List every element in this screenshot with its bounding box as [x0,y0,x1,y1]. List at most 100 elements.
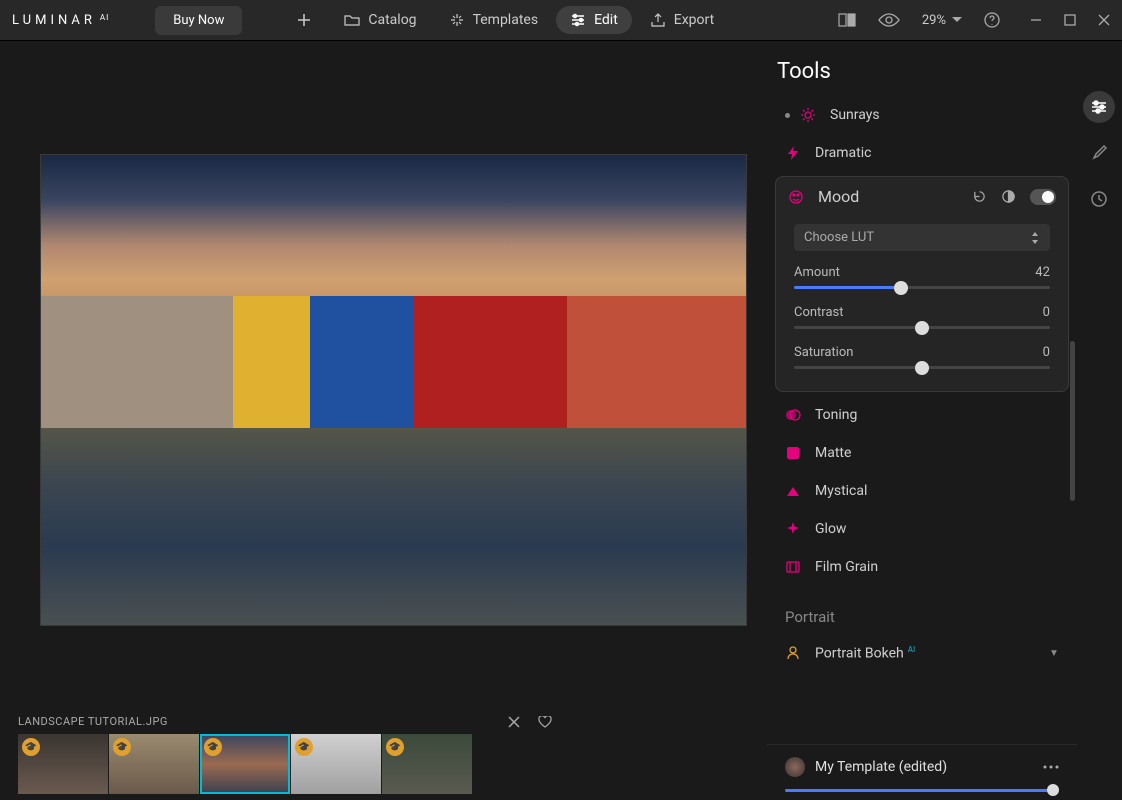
window-controls [1030,14,1110,26]
thumbnail-2[interactable]: 🎓 [109,734,199,794]
tool-label: Toning [815,407,857,423]
graduation-badge-icon: 🎓 [295,738,313,756]
thumbnail-4[interactable]: 🎓 [291,734,381,794]
active-dot-icon [785,113,790,118]
sliders-icon [570,12,586,28]
tool-film-grain[interactable]: Film Grain [775,548,1069,586]
slider-thumb[interactable] [894,281,908,295]
plus-icon [296,12,312,28]
logo-ai-suffix: AI [100,13,109,22]
tool-mood-expanded: Mood Choose LUT Amount [775,176,1069,392]
app-logo: LUMINAR AI [12,13,109,28]
tool-sunrays[interactable]: Sunrays [775,96,1069,134]
tool-label: Matte [815,445,851,461]
tool-label: Glow [815,521,846,537]
tool-glow[interactable]: Glow [775,510,1069,548]
tool-label: Mystical [815,483,867,499]
matte-icon [785,445,801,461]
help-icon[interactable] [984,12,1000,28]
reset-icon[interactable] [972,189,987,204]
zoom-value: 29% [922,13,946,28]
film-grain-icon [785,559,801,575]
header-right: 29% [838,12,1110,28]
side-tabs [1077,41,1122,800]
lut-dropdown[interactable]: Choose LUT [794,224,1050,251]
contrast-slider[interactable] [794,326,1050,329]
nav-catalog[interactable]: Catalog [330,6,430,34]
slider-label: Contrast [794,305,844,320]
side-tab-history[interactable] [1083,183,1115,215]
mask-icon[interactable] [1001,189,1016,204]
favorite-icon[interactable] [538,716,552,728]
slider-label: Saturation [794,345,853,360]
nav-catalog-label: Catalog [368,12,416,28]
slider-thumb[interactable] [915,321,929,335]
tool-toning[interactable]: Toning [775,396,1069,434]
nav-edit-label: Edit [594,12,618,28]
close-button[interactable] [1098,14,1110,26]
filmstrip-area: LANDSCAPE TUTORIAL.JPG 🎓 🎓 🎓 🎓 🎓 [0,709,767,800]
slider-value: 42 [1035,265,1050,280]
filename-row: LANDSCAPE TUTORIAL.JPG [18,709,749,734]
slider-thumb[interactable] [915,361,929,375]
portrait-section-label: Portrait [775,586,1069,634]
glow-icon [785,521,801,537]
canvas-area: LANDSCAPE TUTORIAL.JPG 🎓 🎓 🎓 🎓 🎓 [0,41,767,800]
minimize-button[interactable] [1030,14,1042,26]
graduation-badge-icon: 🎓 [386,738,404,756]
slider-value: 0 [1043,345,1050,360]
dramatic-icon [785,145,801,161]
compare-icon[interactable] [838,13,856,27]
portrait-bokeh-icon [785,645,801,661]
sunrays-icon [800,107,816,123]
graduation-badge-icon: 🎓 [204,738,222,756]
template-menu-icon[interactable] [1043,765,1059,769]
lut-placeholder: Choose LUT [804,230,874,245]
thumbnail-5[interactable]: 🎓 [382,734,472,794]
eye-icon[interactable] [878,12,900,28]
nav-add[interactable] [282,6,326,34]
slider-label: Amount [794,265,840,280]
buy-now-button[interactable]: Buy Now [155,6,242,35]
mystical-icon [785,483,801,499]
main-nav: Catalog Templates Edit Export [282,6,728,34]
nav-export[interactable]: Export [636,6,728,34]
template-intensity-slider[interactable] [785,789,1059,792]
slider-thumb[interactable] [1047,784,1059,796]
tool-dramatic[interactable]: Dramatic [775,134,1069,172]
logo-text: LUMINAR [12,13,96,28]
saturation-slider-row: Saturation 0 [794,345,1050,369]
maximize-button[interactable] [1064,14,1076,26]
amount-slider[interactable] [794,286,1050,289]
current-filename: LANDSCAPE TUTORIAL.JPG [18,715,168,728]
side-tab-brush[interactable] [1083,137,1115,169]
saturation-slider[interactable] [794,366,1050,369]
tool-portrait-bokeh[interactable]: Portrait BokehAI ▼ [775,634,1069,673]
reject-icon[interactable] [508,716,520,728]
main-area: LANDSCAPE TUTORIAL.JPG 🎓 🎓 🎓 🎓 🎓 Tools [0,41,1122,800]
toning-icon [785,407,801,423]
tool-mood-header[interactable]: Mood [776,177,1068,216]
scrollbar[interactable] [1070,341,1075,501]
template-bar: My Template (edited) [767,744,1077,800]
template-thumbnail [785,757,805,777]
app-header: LUMINAR AI Buy Now Catalog Templates Edi… [0,0,1122,41]
tool-mystical[interactable]: Mystical [775,472,1069,510]
thumbnail-1[interactable]: 🎓 [18,734,108,794]
tool-enable-toggle[interactable] [1030,189,1056,205]
side-tab-edit[interactable] [1083,91,1115,123]
tools-list: Sunrays Dramatic Mood [767,96,1077,736]
nav-edit[interactable]: Edit [556,6,632,34]
folder-icon [344,12,360,28]
canvas-image[interactable] [40,154,747,626]
thumbnail-3[interactable]: 🎓 [200,734,290,794]
chevron-down-icon: ▼ [1049,648,1059,659]
tool-matte[interactable]: Matte [775,434,1069,472]
zoom-control[interactable]: 29% [922,13,962,28]
tools-panel-title: Tools [767,41,1077,96]
ai-badge: AI [908,645,915,654]
amount-slider-row: Amount 42 [794,265,1050,289]
graduation-badge-icon: 🎓 [113,738,131,756]
nav-templates[interactable]: Templates [435,6,553,34]
contrast-slider-row: Contrast 0 [794,305,1050,329]
